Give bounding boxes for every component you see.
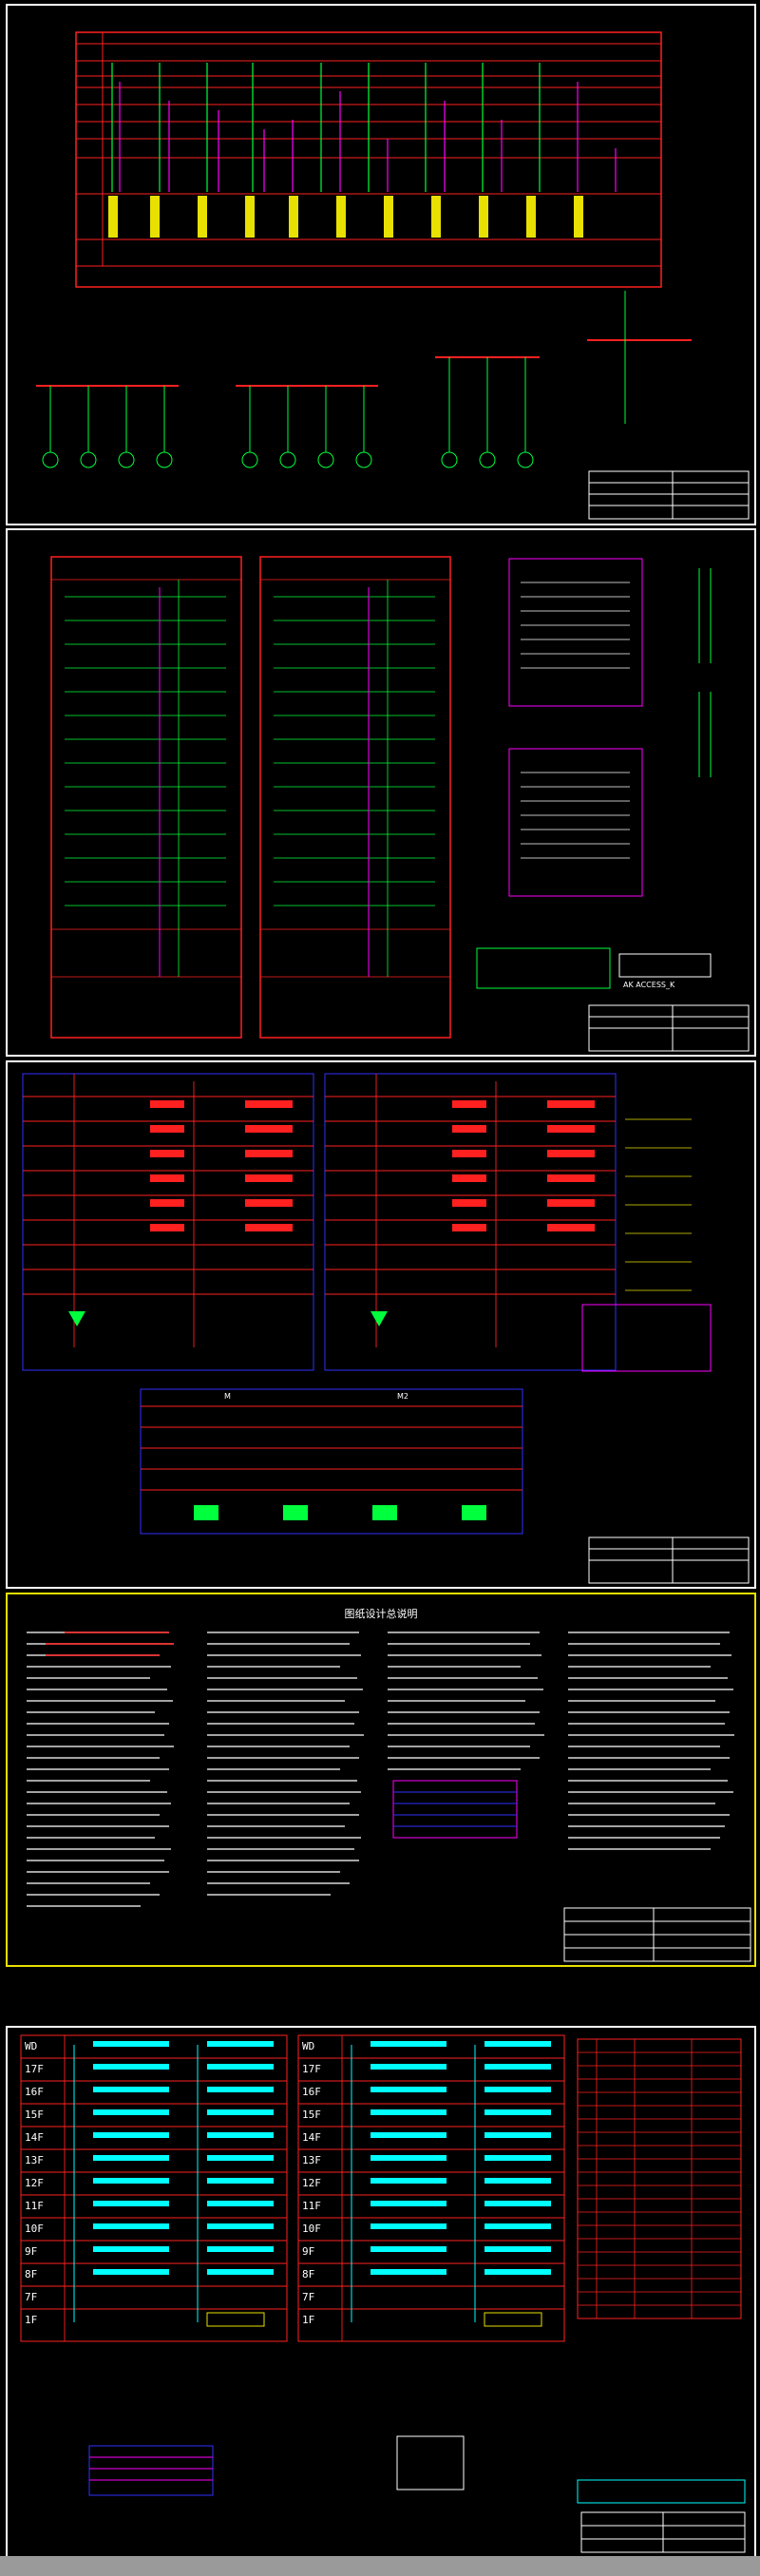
floor-label-right-11f: 11F (302, 2200, 321, 2212)
drawing-sheet-2: AK ACCESS_K (6, 528, 756, 1057)
floor-label-right-10f: 10F (302, 2223, 321, 2235)
floor-label-right-7f: 7F (302, 2291, 315, 2303)
floor-label-left-13f: 13F (25, 2154, 44, 2166)
floor-label-left-14f: 14F (25, 2131, 44, 2144)
drawing-sheet-4-notes: 图纸设计总说明 (6, 1593, 756, 1967)
bottom-strip (0, 2556, 760, 2576)
power-system-diagram-2 (50, 556, 750, 1052)
floor-label-right-15f: 15F (302, 2109, 321, 2121)
drawing-sheet-5: WD 17F 16F 15F 14F 13F 12F 11F 10F 9F 8F… (6, 2026, 756, 2558)
floor-label-right-8f: 8F (302, 2268, 315, 2280)
floor-label-left-17f: 17F (25, 2063, 44, 2075)
fire-alarm-diagram (22, 1073, 750, 1584)
notes-text-block (27, 1631, 751, 1962)
floor-label-left-7f: 7F (25, 2291, 38, 2303)
floor-label-left-9f: 9F (25, 2245, 38, 2258)
drawing-sheet-1 (6, 4, 756, 525)
floor-label-left-8f: 8F (25, 2268, 38, 2280)
floor-label-right-16f: 16F (302, 2086, 321, 2098)
floor-label-left-12f: 12F (25, 2177, 44, 2189)
floor-label-right-wd: WD (302, 2040, 315, 2052)
floor-label-left-10f: 10F (25, 2223, 44, 2235)
weak-current-riser-diagram (20, 2034, 746, 2553)
access-box-label: AK ACCESS_K (623, 981, 675, 989)
floor-label-right-12f: 12F (302, 2177, 321, 2189)
floor-label-left-1f: 1F (25, 2314, 38, 2326)
floor-label-right-14f: 14F (302, 2131, 321, 2144)
floor-label-right-1f: 1F (302, 2314, 315, 2326)
floor-label-left-wd: WD (25, 2040, 38, 2052)
floor-label-left-11f: 11F (25, 2200, 44, 2212)
notes-title: 图纸设计总说明 (344, 1608, 418, 1620)
floor-label-right-9f: 9F (302, 2245, 315, 2258)
floor-label-right-17f: 17F (302, 2063, 321, 2075)
floor-label-left-16f: 16F (25, 2086, 44, 2098)
power-system-diagram-1 (36, 31, 750, 520)
floor-label-right-13f: 13F (302, 2154, 321, 2166)
floor-label-left-15f: 15F (25, 2109, 44, 2121)
column-tag-m: M (224, 1392, 231, 1401)
drawing-sheet-3: M M2 (6, 1060, 756, 1589)
column-tag-m2: M2 (397, 1392, 408, 1401)
